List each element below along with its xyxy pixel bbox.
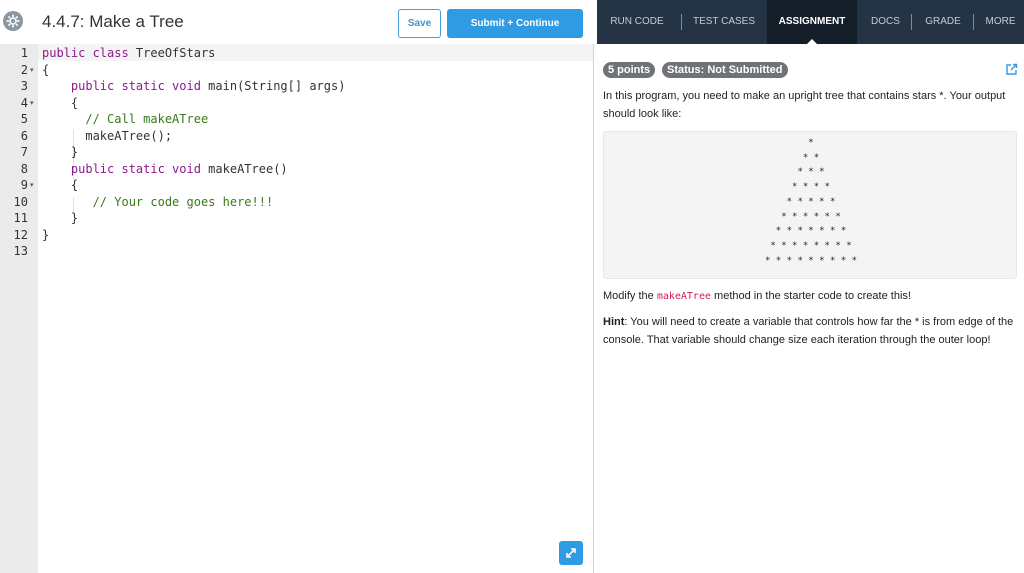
- fold-arrow-icon[interactable]: ▾: [30, 62, 34, 79]
- code-comment: // Call makeATree: [42, 112, 209, 126]
- status-badge: Status: Not Submitted: [662, 62, 788, 78]
- tab-separator: [973, 14, 974, 30]
- tree-output-line: * * * * *: [786, 196, 836, 207]
- save-button[interactable]: Save: [398, 9, 441, 38]
- submit-continue-button[interactable]: Submit + Continue: [447, 9, 583, 38]
- line-number: 5: [20, 112, 28, 126]
- tree-output-line: * *: [802, 152, 820, 163]
- code-line[interactable]: {: [42, 177, 78, 194]
- tab-bar: RUN CODE TEST CASES ASSIGNMENT DOCS GRAD…: [597, 0, 1024, 45]
- code-text: makeATree(): [200, 161, 288, 176]
- expand-icon: [566, 548, 576, 558]
- code-comment: // Your code goes here!!!: [42, 194, 274, 209]
- line-number: 9: [20, 178, 28, 192]
- assignment-pane: RUN CODE TEST CASES ASSIGNMENT DOCS GRAD…: [597, 0, 1024, 573]
- active-tab-indicator: [806, 39, 818, 45]
- code-line[interactable]: public static void makeATree(): [42, 161, 288, 178]
- code-text: main(String[] args): [200, 79, 346, 93]
- code-line[interactable]: // Your code goes here!!!: [42, 194, 274, 211]
- line-number: 6: [20, 128, 28, 143]
- code-line[interactable]: {: [42, 62, 49, 79]
- line-number: 4: [20, 95, 28, 110]
- code-editor[interactable]: 1 2 ▾ 3 4 ▾ 5 6 7 8 9 ▾ 10 11 12 13 public class TreeOf…: [0, 44, 593, 573]
- tree-output-line: * * *: [797, 167, 825, 178]
- line-number: 3: [20, 79, 28, 93]
- tab-separator: [681, 14, 682, 30]
- tab-assignment[interactable]: ASSIGNMENT: [767, 0, 857, 44]
- code-line[interactable]: public static void main(String[] args): [42, 78, 346, 95]
- code-line[interactable]: }: [42, 144, 78, 161]
- line-number: 13: [13, 244, 28, 258]
- method-name-code: makeATree: [656, 291, 711, 302]
- code-line[interactable]: // Call makeATree: [42, 111, 208, 128]
- code-text: {: [42, 62, 50, 77]
- tab-separator: [911, 14, 912, 30]
- line-number: 8: [20, 161, 28, 176]
- line-number: 10: [13, 194, 28, 209]
- code-text: {: [42, 95, 79, 110]
- tab-more[interactable]: MORE: [977, 0, 1024, 44]
- editor-pane: 4.4.7: Make a Tree Save Submit + Continu…: [0, 0, 594, 573]
- tree-output-line: * * * * * *: [781, 211, 841, 222]
- code-text: }: [42, 145, 79, 159]
- hint-text: : You will need to create a variable tha…: [603, 316, 1014, 346]
- assignment-intro: In this program, you need to make an upr…: [603, 90, 1006, 120]
- code-keyword: public static void: [42, 79, 201, 93]
- code-line[interactable]: }: [42, 210, 78, 227]
- fold-arrow-icon[interactable]: ▾: [30, 177, 34, 194]
- code-text: makeATree();: [42, 128, 173, 143]
- modify-instruction: Modify the makeATree method in the start…: [603, 288, 1017, 306]
- code-line[interactable]: }: [42, 227, 49, 244]
- hint-label: Hint: [603, 316, 625, 328]
- line-gutter: 1 2 ▾ 3 4 ▾ 5 6 7 8 9 ▾ 10 11 12 13: [0, 44, 38, 573]
- gear-icon[interactable]: [3, 11, 23, 31]
- line-number: 11: [13, 211, 28, 225]
- code-keyword: public class: [42, 46, 129, 60]
- tab-test-cases[interactable]: TEST CASES: [685, 0, 763, 44]
- external-link-icon[interactable]: [1005, 63, 1018, 81]
- code-line[interactable]: makeATree();: [42, 128, 172, 145]
- code-line[interactable]: {: [42, 95, 78, 112]
- line-number: 7: [20, 145, 28, 159]
- tree-output-line: * * * *: [792, 182, 830, 193]
- line-number: 12: [13, 227, 28, 242]
- tree-output-line: *: [808, 138, 814, 148]
- tab-run-code[interactable]: RUN CODE: [597, 0, 677, 44]
- line-number: 2: [20, 62, 28, 77]
- tree-output-line: * * * * * * * * *: [764, 255, 858, 266]
- code-text: {: [42, 178, 79, 192]
- points-badge: 5 points: [603, 62, 656, 78]
- modify-prefix: Modify the: [603, 290, 657, 302]
- code-text: }: [42, 211, 79, 225]
- hint-paragraph: Hint: You will need to create a variable…: [603, 314, 1017, 349]
- line-number: 1: [20, 46, 28, 60]
- tab-docs[interactable]: DOCS: [862, 0, 909, 44]
- tree-output-line: * * * * * * * *: [770, 240, 852, 251]
- code-text: TreeOfStars: [128, 46, 216, 60]
- modify-suffix: method in the starter code to create thi…: [711, 290, 911, 302]
- code-line[interactable]: public class TreeOfStars: [42, 45, 215, 62]
- page-title: 4.4.7: Make a Tree: [42, 12, 184, 31]
- editor-header: 4.4.7: Make a Tree Save Submit + Continu…: [0, 0, 594, 44]
- code-text: }: [42, 227, 50, 242]
- code-keyword: public static void: [42, 161, 201, 176]
- expected-output-box: * * * * * * * * * * * * * * * * * * * * * * * …: [603, 131, 1017, 279]
- expand-button[interactable]: [559, 541, 583, 565]
- fold-arrow-icon[interactable]: ▾: [30, 95, 34, 112]
- tab-grade[interactable]: GRADE: [915, 0, 971, 44]
- tree-output-line: * * * * * * *: [775, 226, 847, 237]
